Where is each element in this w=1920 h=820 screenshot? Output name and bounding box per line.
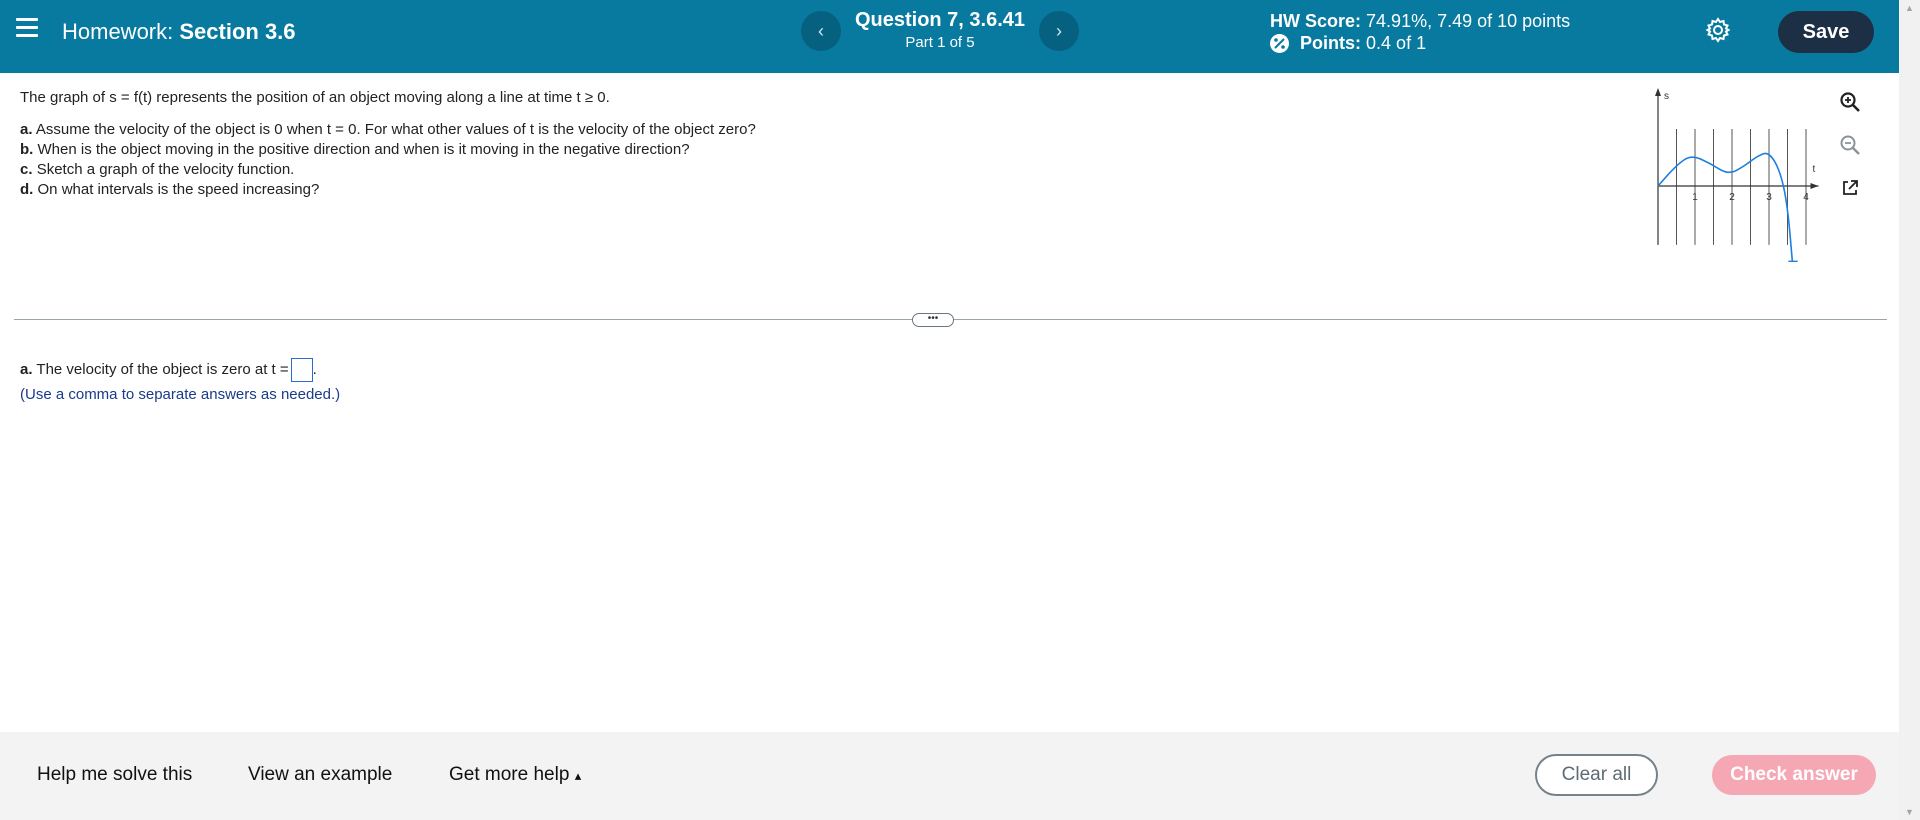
- position-graph-svg: s t 1 2 3 4: [1655, 88, 1819, 272]
- points-label: Points:: [1300, 33, 1362, 53]
- hamburger-icon[interactable]: [16, 18, 38, 38]
- gear-icon[interactable]: [1704, 16, 1732, 44]
- homework-title: Homework: Section 3.6: [62, 19, 296, 45]
- hw-score-label: HW Score:: [1270, 11, 1362, 31]
- clear-all-button[interactable]: Clear all: [1535, 754, 1658, 796]
- top-bar: Homework: Section 3.6 ‹ Question 7, 3.6.…: [0, 0, 1899, 73]
- problem-item-a: a. Assume the velocity of the object is …: [20, 121, 756, 138]
- check-answer-button[interactable]: Check answer: [1712, 755, 1876, 795]
- scroll-up-arrow-icon[interactable]: ▲: [1899, 0, 1920, 16]
- chevron-right-icon: ›: [1056, 21, 1062, 41]
- scroll-down-arrow-icon[interactable]: ▼: [1899, 804, 1920, 820]
- problem-item-c: c. Sketch a graph of the velocity functi…: [20, 161, 295, 178]
- problem-statement: The graph of s = f(t) represents the pos…: [20, 88, 756, 200]
- position-graph: s t 1 2 3 4: [1648, 86, 1828, 272]
- position-curve: [1657, 152, 1794, 270]
- vertical-scrollbar[interactable]: [1899, 0, 1920, 820]
- x-tick-label: 3: [1766, 192, 1772, 203]
- y-axis-arrow: [1655, 88, 1661, 96]
- answer-prompt: The velocity of the object is zero at t …: [36, 360, 289, 378]
- curve-arrowhead: [1788, 260, 1799, 272]
- zoom-in-icon[interactable]: [1838, 90, 1862, 114]
- points-value: 0.4 of 1: [1366, 33, 1427, 53]
- problem-intro: The graph of s = f(t) represents the pos…: [20, 89, 610, 106]
- get-more-help-button[interactable]: Get more help ▴: [449, 764, 581, 786]
- resize-handle[interactable]: •••: [912, 313, 954, 327]
- help-me-solve-button[interactable]: Help me solve this: [37, 764, 192, 786]
- hw-score-value: 74.91%, 7.49 of 10 points: [1366, 11, 1571, 31]
- answer-letter: a.: [20, 360, 33, 378]
- x-tick-label: 4: [1803, 192, 1809, 203]
- homework-label: Homework:: [62, 19, 174, 44]
- x-tick-label: 2: [1729, 192, 1735, 203]
- answer-input[interactable]: [290, 358, 313, 382]
- points: Points: 0.4 of 1: [1270, 33, 1426, 54]
- x-tick-label: 1: [1692, 192, 1698, 203]
- get-more-help-label: Get more help: [449, 764, 570, 785]
- problem-item-d: d. On what intervals is the speed increa…: [20, 181, 320, 198]
- homework-name: Section 3.6: [179, 19, 296, 44]
- next-question-button[interactable]: ›: [1039, 11, 1079, 51]
- partial-credit-icon: [1270, 33, 1289, 53]
- view-example-button[interactable]: View an example: [248, 764, 392, 786]
- hw-score: HW Score: 74.91%, 7.49 of 10 points: [1270, 11, 1570, 32]
- answer-line: a. The velocity of the object is zero at…: [20, 358, 317, 382]
- x-axis-label: t: [1813, 164, 1816, 175]
- caret-up-icon: ▴: [574, 768, 582, 783]
- question-title: Question 7, 3.6.41: [854, 9, 1026, 31]
- external-link-icon[interactable]: [1838, 176, 1862, 200]
- question-part: Part 1 of 5: [905, 34, 975, 51]
- answer-suffix: .: [312, 360, 317, 378]
- answer-hint: (Use a comma to separate answers as need…: [20, 386, 341, 403]
- save-button[interactable]: Save: [1778, 11, 1874, 53]
- x-axis-arrow: [1810, 183, 1819, 189]
- y-axis-label: s: [1664, 91, 1669, 102]
- problem-item-b: b. When is the object moving in the posi…: [20, 141, 690, 158]
- zoom-out-icon[interactable]: [1838, 133, 1862, 157]
